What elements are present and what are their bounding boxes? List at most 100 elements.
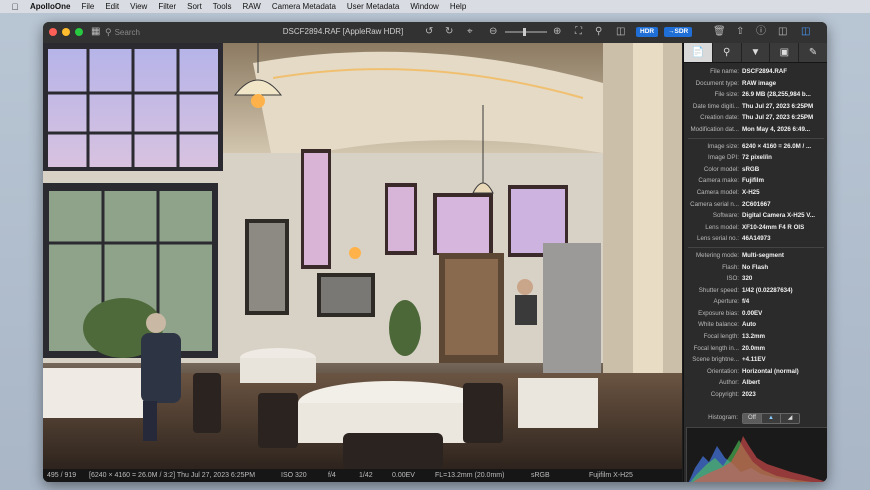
meta-row-metering-mode: Metering mode: Multi-segment	[696, 251, 784, 259]
meta-row-exposure-bias: Exposure bias: 0.00EV	[698, 309, 763, 317]
status-bar: 495 / 919 [6240 × 4160 = 26.0M / 3:2] Th…	[43, 469, 682, 482]
meta-row-focal-length: Focal length: 13.2mm	[703, 333, 766, 341]
menu-sort[interactable]: Sort	[187, 2, 202, 11]
histogram	[686, 427, 827, 482]
status-counter: 495 / 919	[47, 472, 77, 479]
rotate-left-icon[interactable]: ↺	[425, 26, 433, 38]
zoom-slider-knob[interactable]	[523, 28, 526, 36]
status-colorspace: sRGB	[531, 472, 550, 479]
meta-row-document-type: Document type: RAW image	[695, 79, 777, 87]
meta-row-modification-date: Modification dat... Mon May 4, 2026 6:49.…	[690, 125, 811, 133]
minimize-button[interactable]	[62, 28, 70, 36]
tab-file-info[interactable]: 📄	[684, 43, 713, 62]
meta-row-shutter-speed: Shutter speed: 1/42 (0.02287634)	[698, 286, 793, 294]
histogram-rgb-button[interactable]: ▲	[762, 414, 781, 423]
meta-row-focal-length-35mm: Focal length in... 20.0mm	[693, 344, 766, 352]
status-focal: FL=13.2mm (20.0mm)	[435, 472, 505, 479]
app-window: ▦ ⚲ Search DSCF2894.RAF [AppleRaw HDR] ↺…	[43, 22, 827, 482]
menubar:  ApolloOne File Edit View Filter Sort T…	[0, 0, 870, 13]
info-icon[interactable]: ⓘ	[756, 26, 766, 38]
meta-row-scene-brightness: Scene brightne... +4.11EV	[692, 356, 766, 364]
meta-row-author: Author: Albert	[719, 379, 760, 387]
status-ev: 0.00EV	[392, 472, 415, 479]
tab-edit[interactable]: ✎	[799, 43, 827, 62]
histogram-luma-icon: ◢	[787, 415, 793, 421]
actual-size-icon[interactable]: ⚲	[595, 26, 602, 38]
window-controls	[49, 28, 83, 36]
menu-user-metadata[interactable]: User Metadata	[347, 2, 399, 11]
meta-row-flash: Flash: No Flash	[722, 263, 769, 271]
meta-row-software: Software: Digital Camera X-H25 V...	[712, 212, 816, 220]
zoom-in-icon[interactable]: ⊕	[553, 26, 561, 38]
meta-row-lens-serial: Lens serial no.: 46A14973	[697, 235, 771, 243]
histogram-luma-button[interactable]: ◢	[781, 414, 799, 423]
meta-row-date-digitized: Date time digiti... Thu Jul 27, 2023 6:25…	[692, 102, 814, 110]
zoom-out-icon[interactable]: ⊖	[489, 26, 497, 38]
status-aperture: f/4	[328, 472, 336, 479]
menu-file[interactable]: File	[81, 2, 94, 11]
meta-row-file-size: File size: 26.9 MB (28,255,984 b...	[714, 91, 811, 99]
meta-row-lens-model: Lens model: XF10-24mm F4 R OIS	[705, 223, 805, 231]
tab-map[interactable]: ▣	[770, 43, 800, 62]
meta-row-camera-model: Camera model: X-H25	[696, 188, 760, 196]
close-button[interactable]	[49, 28, 57, 36]
meta-row-file-name: File name: DSCF2894.RAF	[710, 68, 788, 75]
status-camera: Fujifilm X-H25	[589, 472, 633, 479]
meta-row-creation-date: Creation date: Thu Jul 27, 2023 6:25PM	[700, 114, 814, 122]
meta-row-white-balance: White balance: Auto	[698, 321, 757, 329]
menu-filter[interactable]: Filter	[158, 2, 176, 11]
sidebar-right-icon[interactable]: ◫	[801, 26, 810, 38]
trash-icon[interactable]: 🗑	[713, 26, 726, 38]
menu-view[interactable]: View	[130, 2, 147, 11]
histogram-mode-selector: Off ▲ ◢	[742, 413, 800, 424]
share-icon[interactable]: ⇧	[736, 26, 744, 38]
zoom-slider[interactable]	[505, 28, 547, 36]
menu-camera-metadata[interactable]: Camera Metadata	[272, 2, 336, 11]
status-shutter: 1/42	[359, 472, 373, 479]
tab-search[interactable]: ⚲	[713, 43, 742, 62]
menu-edit[interactable]: Edit	[105, 2, 119, 11]
image-viewer[interactable]	[43, 43, 682, 469]
edit-icon: ✎	[808, 47, 818, 58]
menu-help[interactable]: Help	[450, 2, 466, 11]
inspector-panel: 📄 ⚲ ▼ ▣ ✎ File name: DSCF2894.RAF Documen…	[683, 43, 827, 482]
status-iso: ISO 320	[281, 472, 307, 479]
sidebar-left-icon[interactable]: ◫	[778, 26, 787, 38]
menu-tools[interactable]: Tools	[213, 2, 232, 11]
hdr-badge[interactable]: HDR	[636, 27, 659, 37]
map-icon: ▣	[779, 47, 790, 58]
crop-icon[interactable]: ⌖	[467, 26, 473, 38]
menu-app[interactable]: ApolloOne	[30, 2, 70, 11]
rotate-right-icon[interactable]: ↻	[445, 26, 453, 38]
search-placeholder: Search	[114, 27, 140, 37]
histogram-label: Histogram:	[708, 414, 738, 421]
menu-raw[interactable]: RAW	[242, 2, 260, 11]
grid-view-icon[interactable]: ▦	[91, 26, 100, 38]
status-dimensions: [6240 × 4160 = 26.0M / 3:2] Thu Jul 27, …	[89, 472, 256, 479]
histogram-control: Histogram: Off ▲ ◢	[684, 412, 827, 424]
meta-row-color-model: Color model: sRGB	[703, 165, 760, 173]
histogram-off-button[interactable]: Off	[743, 414, 762, 423]
photo-canvas	[43, 43, 682, 469]
search-icon: ⚲	[105, 26, 112, 37]
metadata-list: File name: DSCF2894.RAF Document type: RAW…	[684, 63, 827, 401]
compare-icon[interactable]: ◫	[616, 26, 625, 38]
inspector-tabs: 📄 ⚲ ▼ ▣ ✎	[684, 43, 827, 63]
meta-row-camera-make: Camera make: Fujifilm	[698, 177, 764, 185]
search-field[interactable]: ⚲ Search	[105, 26, 200, 38]
sdr-badge[interactable]: →SDR	[664, 27, 693, 37]
menu-window[interactable]: Window	[410, 2, 438, 11]
zoom-button[interactable]	[75, 28, 83, 36]
histogram-rgb-icon: ▲	[768, 415, 774, 421]
histogram-graph	[688, 436, 827, 482]
meta-row-orientation: Orientation: Horizontal (normal)	[707, 367, 799, 375]
fit-screen-icon[interactable]: ⛶	[575, 26, 582, 38]
meta-row-copyright: Copyright: 2023	[710, 391, 756, 399]
meta-row-iso: ISO: 320	[726, 275, 753, 283]
apple-menu-icon[interactable]: 	[0, 2, 30, 12]
tab-filter[interactable]: ▼	[742, 43, 771, 62]
window-title: DSCF2894.RAF [AppleRaw HDR]	[282, 27, 404, 36]
meta-row-aperture: Aperture: f/4	[713, 298, 750, 306]
meta-row-camera-serial: Camera serial n... 2C601667	[690, 200, 771, 208]
filter-icon: ▼	[750, 47, 761, 58]
